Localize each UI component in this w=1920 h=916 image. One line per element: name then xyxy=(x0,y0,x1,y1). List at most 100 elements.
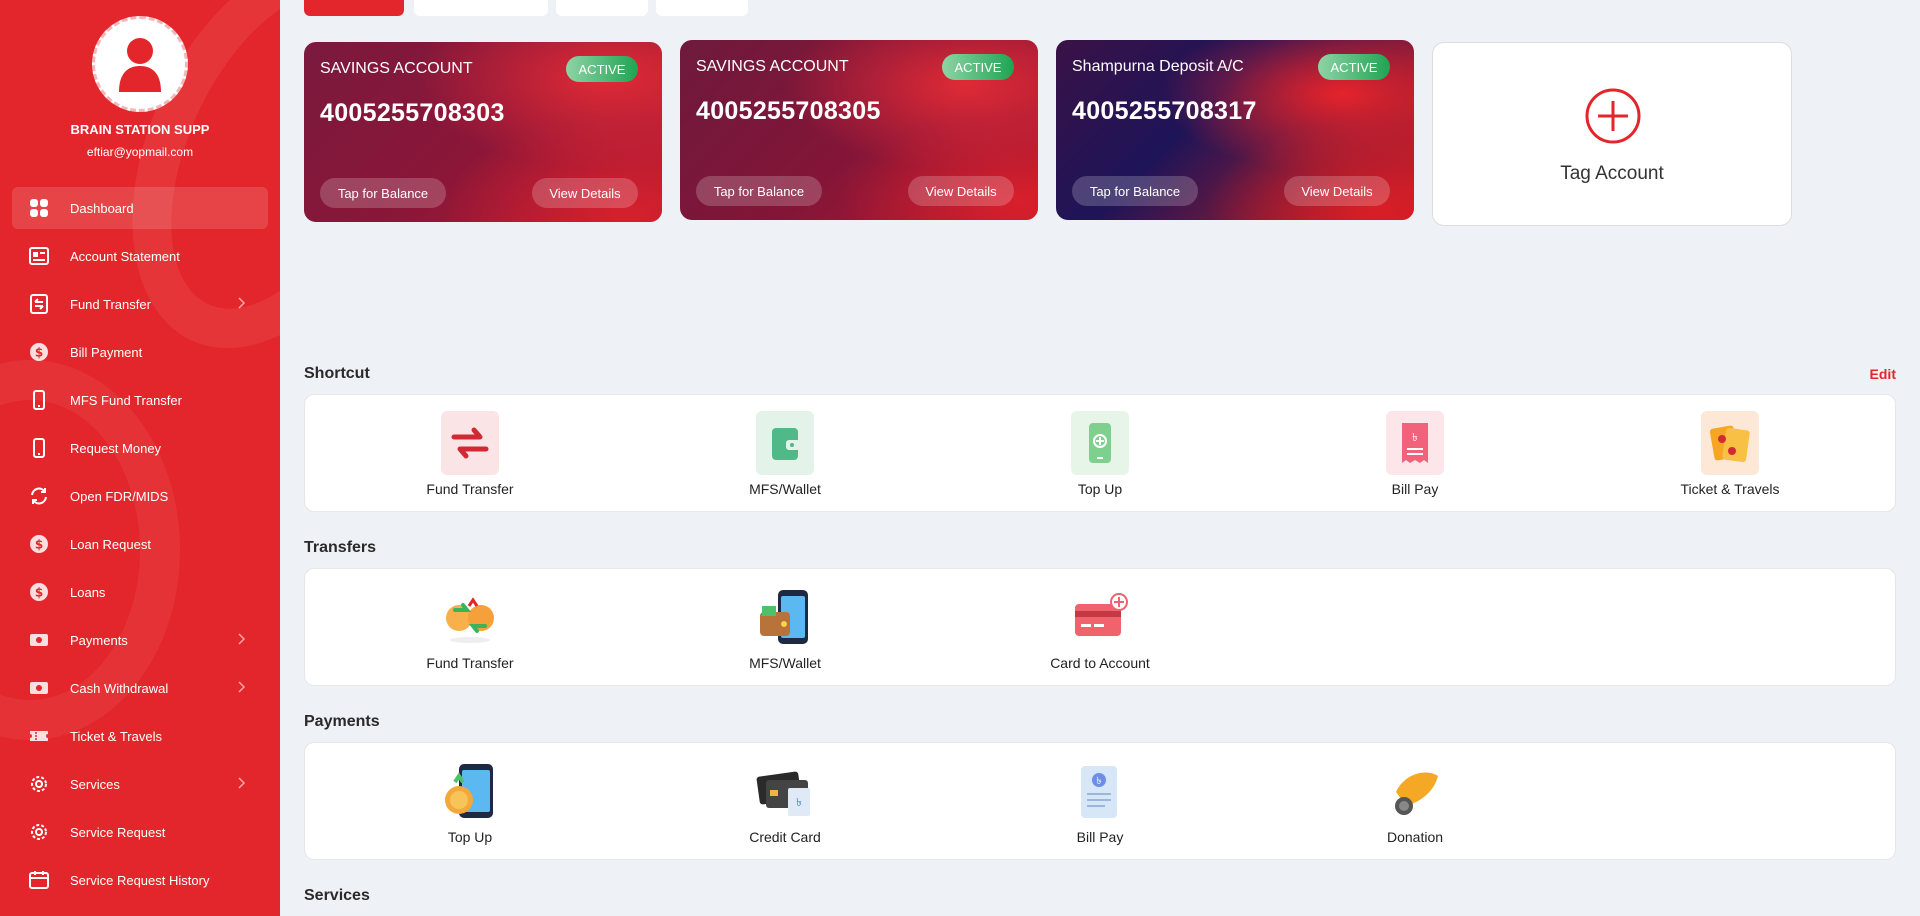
sidebar-item-label: Account Statement xyxy=(70,248,180,264)
svg-text:$: $ xyxy=(35,346,43,360)
shortcut-label: Fund Transfer xyxy=(426,481,514,497)
payments-panel: Top Up ৳ Credit Card ৳ Bill Pay Donation xyxy=(304,742,1896,860)
sidebar-item-request-money[interactable]: Request Money xyxy=(12,427,268,469)
shortcut-ticket-travels[interactable]: Ticket & Travels xyxy=(1630,411,1830,497)
sidebar-item-label: Request Money xyxy=(70,440,162,456)
payments-top-up[interactable]: Top Up xyxy=(370,759,570,845)
dashboard-icon xyxy=(28,197,50,219)
shortcut-label: MFS/Wallet xyxy=(749,481,821,497)
sidebar-item-label: Loans xyxy=(70,584,106,600)
dollar-icon: $ xyxy=(28,341,50,363)
sidebar-item-open-fdr-mids[interactable]: Open FDR/MIDS xyxy=(12,475,268,517)
tab-stub[interactable] xyxy=(556,0,648,16)
view-details-button[interactable]: View Details xyxy=(908,176,1014,206)
account-type: Shampurna Deposit A/C xyxy=(1072,58,1244,75)
cash-icon xyxy=(28,677,50,699)
plus-circle-icon xyxy=(1585,88,1641,144)
account-type: SAVINGS ACCOUNT xyxy=(320,60,473,77)
dollar-icon: $ xyxy=(28,581,50,603)
section-title-payments: Payments xyxy=(304,713,380,730)
transfers-label: MFS/Wallet xyxy=(749,655,821,671)
payments-label: Donation xyxy=(1386,829,1444,845)
phone-coin-icon xyxy=(441,759,499,823)
user-name: BRAIN STATION SUPP xyxy=(70,122,210,137)
transfers-card-to-account[interactable]: Card to Account xyxy=(1000,585,1200,671)
wallet-phone-icon xyxy=(756,585,814,649)
transfers-fund-transfer[interactable]: Fund Transfer xyxy=(370,585,570,671)
transfer-icon xyxy=(28,293,50,315)
payments-label: Credit Card xyxy=(749,829,821,845)
shortcut-panel: Fund Transfer MFS/Wallet Top Up ৳ Bill P… xyxy=(304,394,1896,512)
tap-for-balance-button[interactable]: Tap for Balance xyxy=(1072,176,1198,206)
sidebar-item-label: Open FDR/MIDS xyxy=(70,488,169,504)
sidebar-nav: Dashboard Account Statement Fund Transfe… xyxy=(12,187,268,907)
sidebar-item-label: Ticket & Travels xyxy=(70,728,162,744)
user-icon xyxy=(119,38,161,92)
sidebar-item-cash-withdrawal[interactable]: Cash Withdrawal xyxy=(12,667,268,709)
shortcut-label: Top Up xyxy=(1077,481,1123,497)
payments-label: Top Up xyxy=(447,829,493,845)
sidebar-item-label: Bill Payment xyxy=(70,344,143,360)
tab-stub[interactable] xyxy=(414,0,548,16)
sidebar-item-loan-request[interactable]: $ Loan Request xyxy=(12,523,268,565)
sidebar-item-label: Service Request History xyxy=(70,872,210,888)
gear-icon xyxy=(28,773,50,795)
transfers-mfs-wallet[interactable]: MFS/Wallet xyxy=(685,585,885,671)
account-card[interactable]: SAVINGS ACCOUNT ACTIVE 4005255708303 Tap… xyxy=(304,42,662,222)
tab-stub[interactable] xyxy=(656,0,748,16)
payments-donation[interactable]: Donation xyxy=(1315,759,1515,845)
sidebar-item-fund-transfer[interactable]: Fund Transfer xyxy=(12,283,268,325)
svg-text:৳: ৳ xyxy=(1412,431,1417,444)
view-details-button[interactable]: View Details xyxy=(532,178,638,208)
payments-credit-card[interactable]: ৳ Credit Card xyxy=(685,759,885,845)
sidebar-item-mfs-fund-transfer[interactable]: MFS Fund Transfer xyxy=(12,379,268,421)
credit-card-icon: ৳ xyxy=(756,759,814,823)
mobile-icon xyxy=(28,437,50,459)
user-email: eftiar@yopmail.com xyxy=(86,145,194,159)
section-title-transfers: Transfers xyxy=(304,539,377,556)
account-card[interactable]: SAVINGS ACCOUNT ACTIVE 4005255708305 Tap… xyxy=(680,40,1038,220)
shortcut-bill-pay[interactable]: ৳ Bill Pay xyxy=(1315,411,1515,497)
edit-shortcuts-link[interactable]: Edit xyxy=(1870,366,1896,382)
account-type: SAVINGS ACCOUNT xyxy=(696,58,849,75)
view-details-button[interactable]: View Details xyxy=(1284,176,1390,206)
svg-text:$: $ xyxy=(35,586,43,600)
tab-stub-active[interactable] xyxy=(304,0,404,16)
status-badge: ACTIVE xyxy=(1318,54,1390,80)
sidebar-item-service-request-history[interactable]: Service Request History xyxy=(12,859,268,901)
svg-text:৳: ৳ xyxy=(796,796,801,809)
ticket-icon xyxy=(28,725,50,747)
sidebar-item-account-statement[interactable]: Account Statement xyxy=(12,235,268,277)
wallet-icon xyxy=(756,411,814,475)
svg-text:৳: ৳ xyxy=(1097,776,1102,787)
shortcut-mfs-wallet[interactable]: MFS/Wallet xyxy=(685,411,885,497)
tag-account-card[interactable]: Tag Account xyxy=(1432,42,1792,226)
chevron-right-icon xyxy=(238,297,246,309)
sidebar-item-label: Cash Withdrawal xyxy=(70,680,169,696)
payments-bill-pay[interactable]: ৳ Bill Pay xyxy=(1000,759,1200,845)
account-card[interactable]: Shampurna Deposit A/C ACTIVE 40052557083… xyxy=(1056,40,1414,220)
sidebar-item-dashboard[interactable]: Dashboard xyxy=(12,187,268,229)
transfers-label: Fund Transfer xyxy=(426,655,514,671)
shortcut-fund-transfer[interactable]: Fund Transfer xyxy=(370,411,570,497)
sidebar-item-ticket-travels[interactable]: Ticket & Travels xyxy=(12,715,268,757)
avatar[interactable] xyxy=(92,16,188,112)
tap-for-balance-button[interactable]: Tap for Balance xyxy=(320,178,446,208)
ticket-icon xyxy=(1701,411,1759,475)
sidebar-item-services[interactable]: Services xyxy=(12,763,268,805)
account-number: 4005255708305 xyxy=(696,97,881,125)
section-title-shortcut: Shortcut xyxy=(304,365,370,382)
sidebar-item-bill-payment[interactable]: $ Bill Payment xyxy=(12,331,268,373)
sidebar-item-service-request[interactable]: Service Request xyxy=(12,811,268,853)
phone-topup-icon xyxy=(1071,411,1129,475)
cash-icon xyxy=(28,629,50,651)
sidebar-item-payments[interactable]: Payments xyxy=(12,619,268,661)
dollar-icon: $ xyxy=(28,533,50,555)
sidebar-item-label: MFS Fund Transfer xyxy=(70,392,182,408)
sidebar-item-loans[interactable]: $ Loans xyxy=(12,571,268,613)
shortcut-top-up[interactable]: Top Up xyxy=(1000,411,1200,497)
tap-for-balance-button[interactable]: Tap for Balance xyxy=(696,176,822,206)
account-number: 4005255708317 xyxy=(1072,97,1257,125)
coins-transfer-icon xyxy=(441,585,499,649)
gear-icon xyxy=(28,821,50,843)
